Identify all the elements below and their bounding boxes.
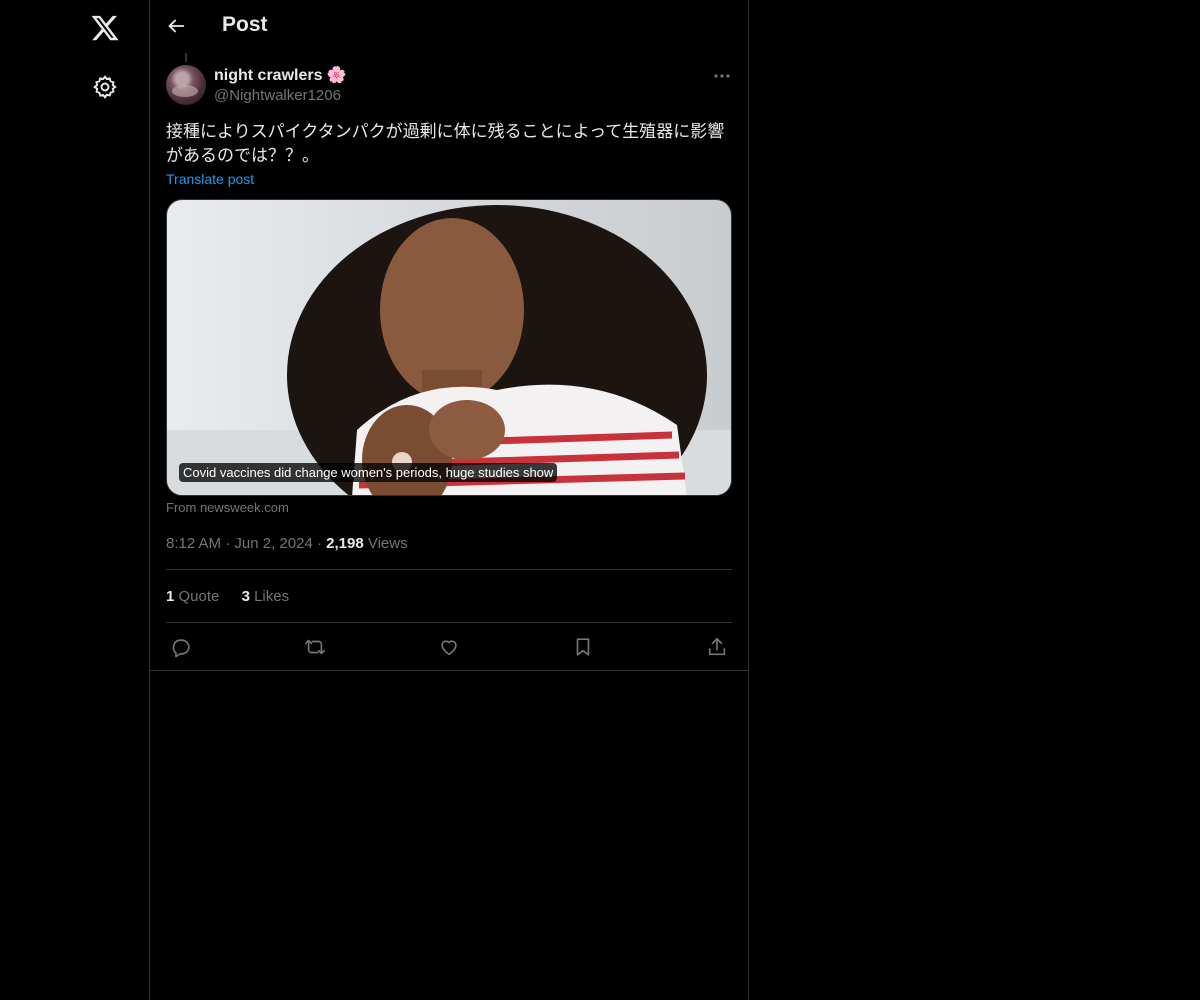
post-metadata: 8:12 AM · Jun 2, 2024 · 2,198 Views xyxy=(166,535,408,552)
post-stats: 1 Quote 3 Likes xyxy=(166,588,307,605)
separator-dot: · xyxy=(225,535,235,552)
views-label: Views xyxy=(367,535,408,552)
page-title: Post xyxy=(222,13,268,36)
like-icon[interactable] xyxy=(438,636,460,658)
action-bar xyxy=(150,636,748,660)
views-count: 2,198 xyxy=(326,535,364,552)
share-icon[interactable] xyxy=(706,636,728,658)
quotes-count: 1 xyxy=(166,588,175,605)
arrow-left-icon[interactable] xyxy=(165,15,187,37)
avatar[interactable] xyxy=(166,65,206,105)
divider xyxy=(166,569,732,570)
divider xyxy=(166,622,732,623)
post-text: 接種によりスパイクタンパクが過剰に体に残ることによって生殖器に影響があるのでは？… xyxy=(166,122,725,165)
quotes-label: Quote xyxy=(178,588,220,605)
page-header: Post xyxy=(150,0,748,53)
card-source[interactable]: From newsweek.com xyxy=(166,500,289,515)
flower-emoji: 🌸 xyxy=(326,67,347,84)
author-display-name[interactable]: night crawlers 🌸 xyxy=(214,65,346,85)
divider xyxy=(150,670,748,671)
quotes-stat[interactable]: 1 Quote xyxy=(166,588,219,605)
likes-count: 3 xyxy=(241,588,250,605)
separator-dot: · xyxy=(316,535,327,552)
likes-label: Likes xyxy=(254,588,290,605)
likes-stat[interactable]: 3 Likes xyxy=(242,588,290,605)
translate-post-link[interactable]: Translate post xyxy=(166,171,254,187)
bookmark-icon[interactable] xyxy=(572,636,594,658)
author-handle[interactable]: @Nightwalker1206 xyxy=(214,87,341,104)
card-caption: Covid vaccines did change women's period… xyxy=(179,463,558,482)
more-options-icon[interactable] xyxy=(713,73,731,79)
post-time[interactable]: 8:12 AM xyxy=(166,535,221,552)
card-image xyxy=(167,200,731,495)
x-logo-icon[interactable] xyxy=(90,13,120,43)
thread-line xyxy=(185,53,187,62)
reply-icon[interactable] xyxy=(170,636,192,658)
repost-icon[interactable] xyxy=(304,636,326,658)
main-column: Post night crawlers 🌸 @Nightwalker1206 接種… xyxy=(150,0,749,1000)
left-nav xyxy=(0,0,150,1000)
link-card[interactable]: Covid vaccines did change women's period… xyxy=(166,199,732,496)
author-name-text: night crawlers xyxy=(214,67,323,84)
post-date[interactable]: Jun 2, 2024 xyxy=(234,535,312,552)
gear-icon[interactable] xyxy=(92,74,118,100)
